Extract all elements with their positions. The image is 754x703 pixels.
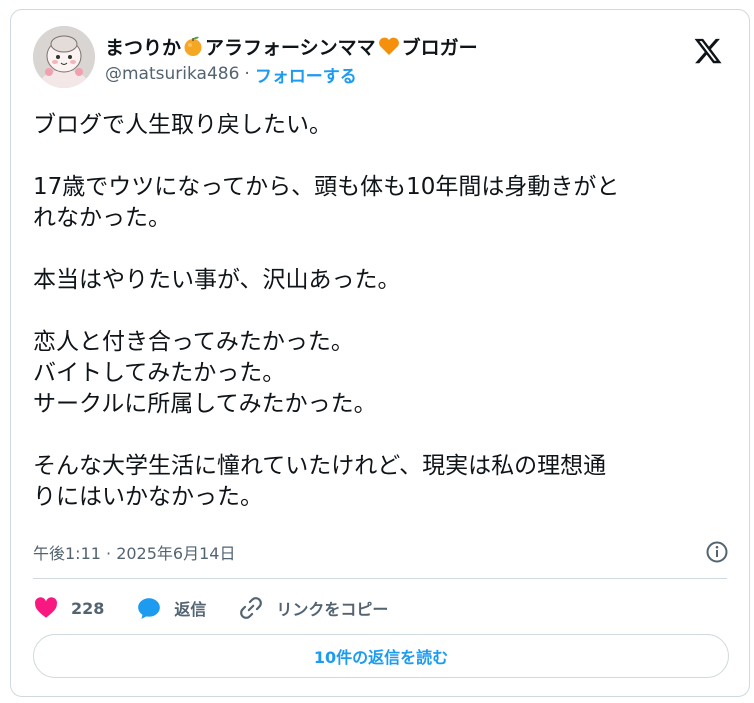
- tweet-line: 17歳でウツになってから、頭も体も10年間は身動きがと: [33, 174, 620, 200]
- separator-dot: ·: [244, 64, 250, 84]
- follow-button[interactable]: フォローする: [255, 62, 357, 87]
- tweet-meta: 午後1:11 · 2025年6月14日: [33, 540, 729, 564]
- tweet-line: そんな大学生活に憧れていたけれど、現実は私の理想通: [33, 453, 607, 479]
- reply-label: 返信: [174, 600, 207, 619]
- read-replies-button[interactable]: 10件の返信を読む: [33, 634, 729, 678]
- like-count: 228: [71, 598, 105, 618]
- orange-heart-emoji-icon: [378, 37, 399, 55]
- speech-bubble-icon: [138, 598, 161, 619]
- tweet-line: 恋人と付き合ってみたかった。: [33, 329, 354, 355]
- link-icon: [240, 597, 263, 619]
- action-bar: 228 返信 リンクをコピー: [33, 592, 420, 624]
- tweet-card: まつりか アラフォーシンママ ブロガー @matsurika486 · フォロー…: [10, 9, 750, 697]
- display-name[interactable]: まつりか アラフォーシンママ ブロガー: [105, 32, 478, 60]
- like-button[interactable]: 228: [33, 595, 104, 621]
- tweet-text: ブログで人生取り戻したい。 17歳でウツになってから、頭も体も10年間は身動きが…: [33, 110, 723, 513]
- user-handle[interactable]: @matsurika486: [105, 64, 239, 84]
- tweet-line: れなかった。: [33, 205, 171, 231]
- info-icon[interactable]: [705, 540, 729, 564]
- display-name-part2: アラフォーシンママ: [205, 36, 376, 59]
- avatar[interactable]: [33, 26, 95, 88]
- timestamp[interactable]: 午後1:11 · 2025年6月14日: [33, 540, 235, 564]
- tweet-line: バイトしてみたかった。: [33, 360, 286, 386]
- copy-link-label: リンクをコピー: [276, 600, 389, 619]
- tweet-header: まつりか アラフォーシンママ ブロガー @matsurika486 · フォロー…: [33, 26, 727, 90]
- orange-emoji-icon: [184, 36, 202, 56]
- handle-row: @matsurika486 · フォローする: [105, 62, 357, 87]
- x-logo-icon[interactable]: [693, 36, 723, 66]
- tweet-line: サークルに所属してみたかった。: [33, 391, 377, 417]
- tweet-line: 本当はやりたい事が、沢山あった。: [33, 267, 401, 293]
- display-name-part3: ブロガー: [401, 36, 478, 59]
- copy-link-button[interactable]: リンクをコピー: [238, 595, 388, 621]
- reply-button[interactable]: 返信: [136, 595, 206, 621]
- tweet-line: りにはいかなかった。: [33, 484, 263, 510]
- divider: [33, 578, 727, 579]
- avatar-illustration-icon: [33, 26, 95, 88]
- heart-icon: [35, 597, 58, 618]
- tweet-line: ブログで人生取り戻したい。: [33, 112, 332, 138]
- display-name-part1: まつりか: [105, 36, 182, 59]
